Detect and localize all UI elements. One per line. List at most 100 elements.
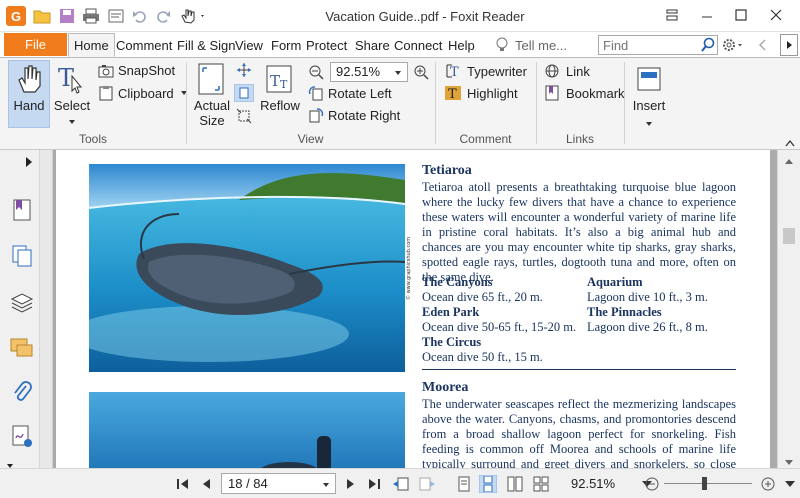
tab-protect[interactable]: Protect: [306, 33, 347, 57]
status-zoom-out-icon[interactable]: [643, 475, 661, 493]
rotate-left-button[interactable]: Rotate Left: [308, 85, 392, 101]
fit-visible-icon[interactable]: [236, 108, 252, 124]
section-divider: [422, 369, 736, 370]
zoom-out-icon[interactable]: [308, 64, 324, 80]
close-icon[interactable]: [762, 4, 790, 26]
pdf-page: © www.graphicshub.com Tetiaroa Tetiaroa …: [56, 150, 770, 468]
clipboard-dropdown-icon: [180, 91, 187, 95]
typewriter-button[interactable]: T Typewriter: [445, 63, 527, 79]
undo-icon[interactable]: [130, 6, 150, 26]
select-text-icon[interactable]: T: [58, 64, 84, 94]
continuous-view-icon[interactable]: [479, 475, 497, 493]
highlight-button[interactable]: T Highlight: [445, 85, 518, 101]
actual-size-line2: Size: [199, 113, 225, 128]
fit-page-icon[interactable]: [236, 62, 252, 78]
print-icon[interactable]: [81, 6, 101, 26]
status-zoom-value: 92.51%: [571, 476, 616, 491]
reflow-label[interactable]: Reflow: [258, 98, 302, 113]
properties-icon[interactable]: [106, 6, 126, 26]
pages-panel-icon[interactable]: [10, 244, 34, 268]
foxit-logo-icon[interactable]: G: [6, 6, 26, 26]
title-bar: G Vacation Guide..pdf - Foxit Reader: [0, 0, 800, 32]
tab-form[interactable]: Form: [271, 33, 301, 57]
link-button[interactable]: Link: [544, 63, 590, 79]
zoom-in-icon[interactable]: [413, 64, 429, 80]
minimize-icon[interactable]: [693, 4, 721, 26]
previous-view-icon[interactable]: [392, 475, 410, 493]
next-page-icon[interactable]: [341, 475, 359, 493]
rotate-right-icon: [309, 108, 324, 123]
attachments-panel-icon[interactable]: [10, 380, 34, 404]
svg-text:T: T: [280, 78, 288, 91]
collapse-ribbon-icon[interactable]: [785, 136, 795, 147]
panel-splitter[interactable]: [40, 150, 53, 468]
comments-panel-icon[interactable]: [10, 336, 34, 360]
zoom-slider-track[interactable]: [664, 483, 752, 484]
insert-dropdown-icon[interactable]: [645, 116, 653, 126]
layers-panel-icon[interactable]: [10, 290, 34, 314]
bookmarks-panel-icon[interactable]: [10, 198, 34, 222]
svg-text:T: T: [448, 87, 457, 101]
tab-help[interactable]: Help: [448, 33, 475, 57]
single-page-view-icon[interactable]: [455, 475, 473, 493]
rotate-right-button[interactable]: Rotate Right: [308, 107, 400, 123]
actual-size-line1: Actual: [193, 98, 231, 113]
actual-size-icon[interactable]: [197, 62, 225, 96]
nav-more-icon[interactable]: [6, 458, 14, 468]
clipboard-icon: [99, 86, 113, 101]
tab-share[interactable]: Share: [355, 33, 390, 57]
scrollbar-thumb[interactable]: [783, 228, 795, 244]
snapshot-button[interactable]: SnapShot: [98, 63, 175, 78]
zoom-slider-thumb[interactable]: [701, 477, 707, 490]
insert-icon[interactable]: [636, 64, 662, 94]
typewriter-icon: T: [446, 64, 459, 79]
tab-comment[interactable]: Comment: [116, 33, 172, 57]
zoom-select[interactable]: 92.51%: [330, 62, 408, 82]
tab-file[interactable]: File: [4, 33, 67, 56]
select-dropdown-icon[interactable]: [68, 114, 76, 124]
zoom-value: 92.51%: [336, 64, 381, 79]
next-view-icon[interactable]: [418, 475, 436, 493]
insert-label[interactable]: Insert: [628, 98, 670, 113]
document-view[interactable]: © www.graphicshub.com Tetiaroa Tetiaroa …: [53, 150, 777, 468]
settings-gear-icon[interactable]: [722, 37, 744, 53]
signatures-panel-icon[interactable]: [10, 424, 34, 448]
scroll-up-icon[interactable]: [784, 154, 794, 164]
clipboard-button[interactable]: Clipboard: [98, 85, 190, 101]
fit-width-icon[interactable]: [234, 84, 254, 102]
vertical-scrollbar[interactable]: [777, 150, 800, 468]
continuous-facing-view-icon[interactable]: [532, 475, 550, 493]
tab-home[interactable]: Home: [68, 33, 115, 57]
dive-site-detail: Ocean dive 65 ft., 20 m.: [422, 290, 543, 304]
redo-icon[interactable]: [153, 6, 173, 26]
select-label[interactable]: Select: [52, 98, 92, 113]
reflow-icon[interactable]: TT: [265, 64, 293, 94]
save-icon[interactable]: [57, 6, 77, 26]
status-zoom-in-icon[interactable]: [759, 475, 777, 493]
scroll-down-icon[interactable]: [784, 456, 794, 465]
restore-window-icon[interactable]: [658, 4, 686, 26]
actual-size-label[interactable]: Actual Size: [190, 98, 234, 128]
status-options-icon[interactable]: [781, 475, 799, 493]
page-number-input[interactable]: 18 / 84: [221, 473, 336, 494]
links-group-label: Links: [565, 132, 594, 146]
search-icon[interactable]: [700, 37, 716, 53]
expand-panel-icon[interactable]: [24, 156, 34, 168]
previous-page-icon[interactable]: [198, 475, 216, 493]
hand-tool-dropdown-icon[interactable]: [178, 6, 208, 26]
facing-view-icon[interactable]: [506, 475, 524, 493]
tab-fill-sign[interactable]: Fill & Sign: [177, 33, 236, 57]
first-page-icon[interactable]: [174, 475, 192, 493]
tell-me-search[interactable]: Tell me...: [495, 33, 567, 57]
dive-site-name: The Canyons: [422, 275, 493, 289]
photo-credit: © www.graphicshub.com: [406, 236, 412, 300]
bookmark-button[interactable]: Bookmark: [544, 85, 625, 101]
dive-site-detail: Ocean dive 50-65 ft., 15-20 m.: [422, 320, 577, 334]
find-next-icon[interactable]: [780, 34, 798, 56]
maximize-icon[interactable]: [727, 4, 755, 26]
tab-connect[interactable]: Connect: [394, 33, 442, 57]
tab-view[interactable]: View: [235, 33, 263, 57]
last-page-icon[interactable]: [365, 475, 383, 493]
find-previous-icon[interactable]: [756, 37, 768, 53]
open-folder-icon[interactable]: [32, 6, 52, 26]
